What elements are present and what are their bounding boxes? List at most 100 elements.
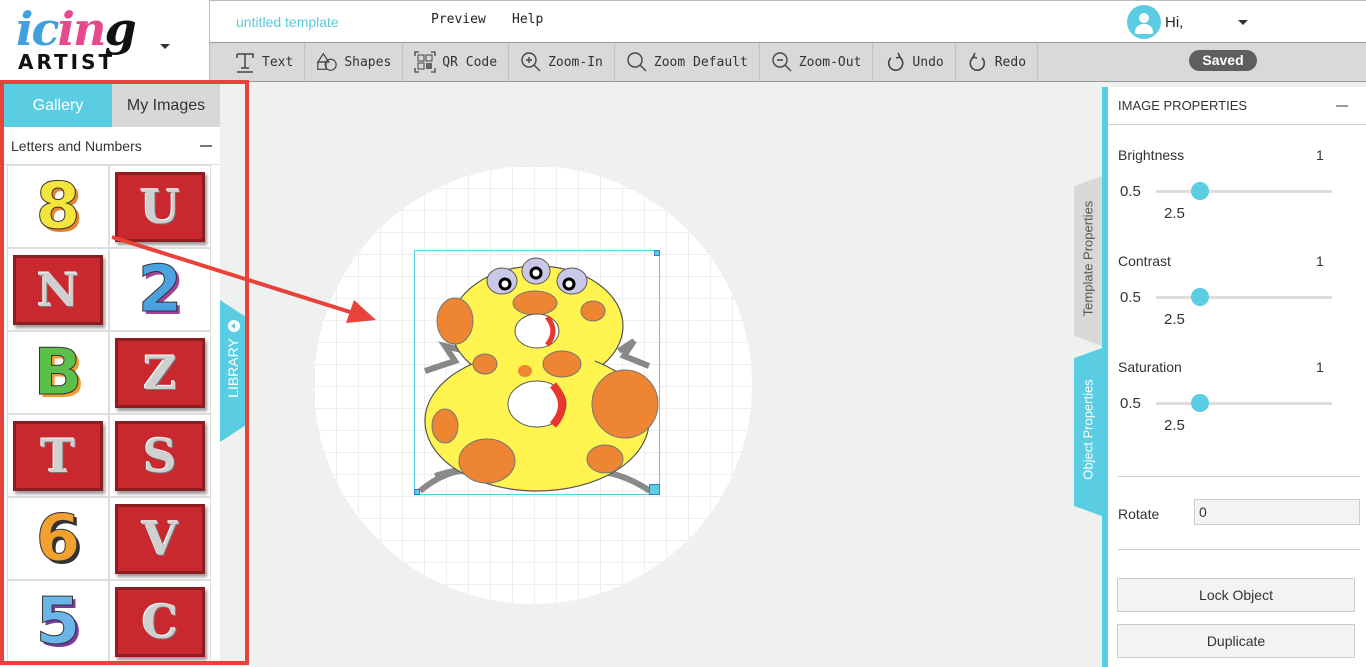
- undo-icon: [884, 51, 906, 73]
- gallery-item[interactable]: S: [109, 414, 211, 497]
- gallery-item[interactable]: 8: [7, 165, 109, 248]
- gallery-item[interactable]: 2: [109, 248, 211, 331]
- image-properties-title: IMAGE PROPERTIES: [1118, 98, 1248, 113]
- letter-block-image: T: [13, 420, 103, 491]
- menu-preview[interactable]: Preview: [431, 12, 486, 27]
- shapes-tool-label: Shapes: [344, 54, 392, 70]
- number-creature-image: 5: [35, 584, 81, 659]
- zoom-in-button[interactable]: Zoom-In: [509, 43, 615, 81]
- property-value: 1: [1316, 359, 1324, 375]
- property-saturation: Saturation 1 0.5 2.5: [1108, 337, 1366, 443]
- zoom-default-label: Zoom Default: [653, 54, 748, 70]
- slider-max-label: 2.5: [1164, 311, 1185, 328]
- property-value: 1: [1316, 147, 1324, 163]
- letter-block-image: N: [13, 254, 103, 325]
- image-properties-panel: IMAGE PROPERTIES Brightness 1 0.5 2.5 Contra…: [1102, 87, 1366, 667]
- redo-button[interactable]: Redo: [956, 43, 1039, 81]
- category-header[interactable]: Letters and Numbers: [4, 127, 220, 165]
- user-menu-caret-icon[interactable]: [1238, 20, 1248, 25]
- user-greeting: Hi,: [1165, 13, 1184, 31]
- property-value: 1: [1316, 253, 1324, 269]
- gallery-item[interactable]: C: [109, 580, 211, 663]
- resize-handle-bottom-left[interactable]: [414, 489, 420, 495]
- library-panel: Gallery My Images Letters and Numbers 8U…: [4, 84, 220, 663]
- divider: [1118, 476, 1360, 477]
- redo-label: Redo: [994, 54, 1027, 70]
- document-title[interactable]: untitled template: [236, 14, 339, 30]
- gallery-item[interactable]: 5: [7, 580, 109, 663]
- resize-handle-bottom-right[interactable]: [649, 484, 660, 495]
- slider-thumb[interactable]: [1191, 182, 1209, 200]
- gallery-item[interactable]: N: [7, 248, 109, 331]
- app-logo[interactable]: icing ARTIST: [0, 0, 210, 82]
- gallery-item[interactable]: Z: [109, 331, 211, 414]
- collapse-icon[interactable]: [1336, 104, 1348, 107]
- undo-button[interactable]: Undo: [873, 43, 956, 81]
- slider-thumb[interactable]: [1191, 394, 1209, 412]
- text-tool-button[interactable]: Text: [210, 43, 306, 81]
- zoom-default-icon: [626, 51, 648, 73]
- zoom-out-label: Zoom-Out: [798, 54, 862, 70]
- library-tabs: Gallery My Images: [4, 84, 220, 127]
- saturation-slider[interactable]: [1156, 394, 1332, 412]
- slider-min-label: 0.5: [1120, 183, 1141, 200]
- number-creature-image: 8: [35, 169, 81, 244]
- gallery-item[interactable]: B: [7, 331, 109, 414]
- text-tool-label: Text: [262, 54, 294, 70]
- category-title: Letters and Numbers: [11, 137, 142, 154]
- zoom-in-label: Zoom-In: [548, 54, 603, 70]
- menu-help[interactable]: Help: [512, 12, 543, 27]
- qr-code-tool-label: QR Code: [442, 54, 498, 70]
- collapse-icon[interactable]: [200, 144, 212, 147]
- logo-menu-caret-icon[interactable]: [160, 44, 170, 49]
- shapes-icon: [316, 51, 338, 73]
- divider: [1118, 549, 1360, 550]
- letter-block-image: V: [115, 503, 205, 574]
- letter-block-image: C: [115, 586, 205, 657]
- logo-artist: ARTIST: [18, 50, 116, 74]
- property-contrast: Contrast 1 0.5 2.5: [1108, 231, 1366, 337]
- number-8-monster-image: [418, 257, 659, 494]
- gallery-item[interactable]: T: [7, 414, 109, 497]
- gallery-item[interactable]: U: [109, 165, 211, 248]
- design-canvas[interactable]: [314, 166, 752, 604]
- number-creature-image: B: [33, 335, 83, 410]
- zoom-default-button[interactable]: Zoom Default: [615, 43, 760, 81]
- text-icon: [234, 51, 256, 73]
- avatar-icon: [1127, 5, 1161, 39]
- gallery-item[interactable]: 6: [7, 497, 109, 580]
- qr-code-tool-button[interactable]: QR Code: [403, 43, 510, 81]
- brightness-slider[interactable]: [1156, 182, 1332, 200]
- contrast-slider[interactable]: [1156, 288, 1332, 306]
- selected-image-object[interactable]: [414, 250, 660, 495]
- library-toggle-tab[interactable]: LIBRARY: [220, 300, 246, 442]
- resize-handle-top-right[interactable]: [654, 250, 660, 256]
- number-creature-image: 6: [35, 501, 81, 576]
- slider-thumb[interactable]: [1191, 288, 1209, 306]
- image-properties-header[interactable]: IMAGE PROPERTIES: [1108, 87, 1366, 125]
- duplicate-button[interactable]: Duplicate: [1117, 624, 1355, 658]
- letter-block-image: Z: [115, 337, 205, 408]
- slider-max-label: 2.5: [1164, 205, 1185, 222]
- qr-code-icon: [414, 51, 436, 73]
- tab-my-images[interactable]: My Images: [112, 84, 220, 127]
- property-label: Brightness: [1118, 147, 1185, 163]
- tab-gallery[interactable]: Gallery: [4, 84, 112, 127]
- slider-max-label: 2.5: [1164, 417, 1185, 434]
- redo-icon: [967, 51, 989, 73]
- slider-min-label: 0.5: [1120, 289, 1141, 306]
- user-menu[interactable]: Hi,: [1127, 5, 1183, 39]
- lock-object-button[interactable]: Lock Object: [1117, 578, 1355, 612]
- object-properties-label: Object Properties: [1080, 379, 1096, 480]
- logo-icing: icing: [16, 2, 137, 56]
- number-creature-image: 2: [137, 252, 183, 327]
- tab-object-properties[interactable]: Object Properties: [1074, 348, 1102, 516]
- saved-status-badge: Saved: [1189, 50, 1257, 71]
- gallery-item[interactable]: V: [109, 497, 211, 580]
- rotate-input[interactable]: [1194, 499, 1360, 525]
- property-label: Saturation: [1118, 359, 1182, 375]
- property-brightness: Brightness 1 0.5 2.5: [1108, 125, 1366, 231]
- zoom-out-button[interactable]: Zoom-Out: [760, 43, 874, 81]
- shapes-tool-button[interactable]: Shapes: [305, 43, 404, 81]
- tab-template-properties[interactable]: Template Properties: [1074, 176, 1102, 346]
